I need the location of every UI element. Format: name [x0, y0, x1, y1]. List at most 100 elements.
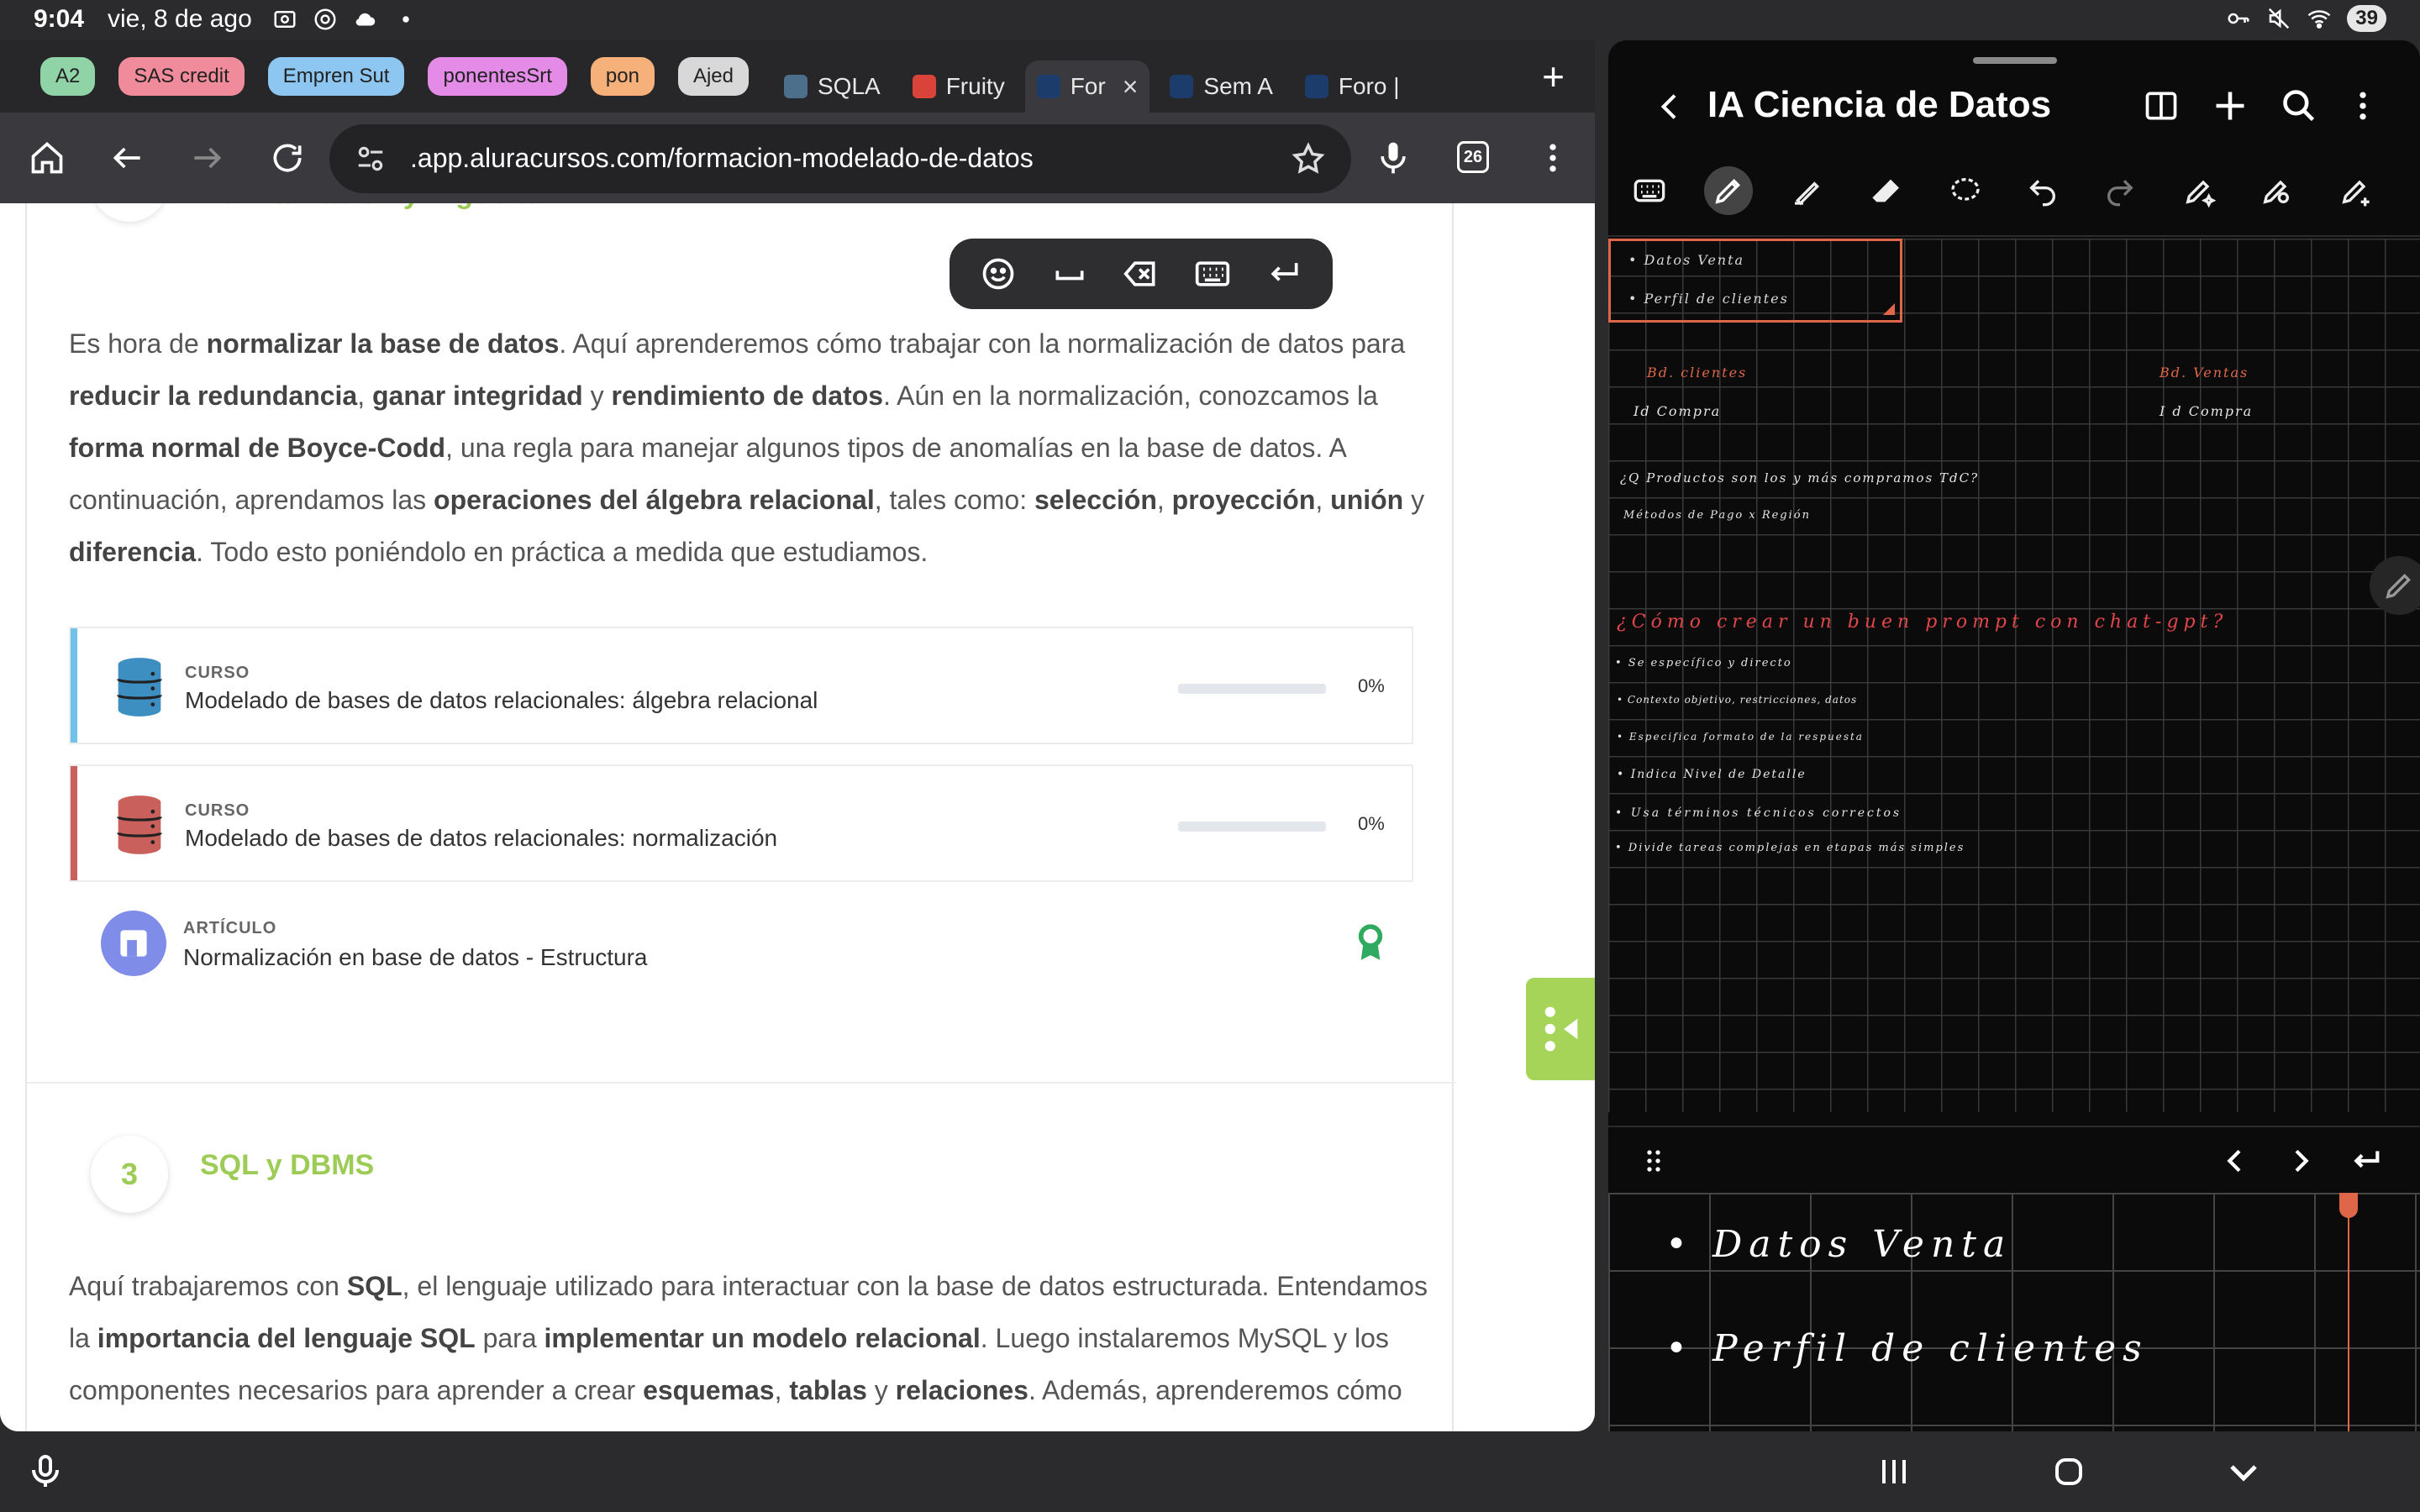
favicon-icon: [784, 75, 808, 98]
tab-label: Fruity: [945, 73, 1005, 99]
pen-export-icon: [2342, 180, 2370, 207]
note-canvas[interactable]: • Datos Venta • Perfil de clientes Bd. c…: [1608, 239, 2420, 1112]
favicon-icon: [1304, 75, 1328, 98]
microphone-icon[interactable]: [25, 1452, 66, 1492]
status-bar: 9:04 vie, 8 de ago 39: [0, 0, 2420, 40]
book-view-icon[interactable]: [2143, 87, 2180, 124]
handwriting-input-area[interactable]: • Datos Venta • Perfil de clientes: [1608, 1193, 2420, 1431]
hide-keyboard-icon[interactable]: [2223, 1452, 2264, 1492]
handwriting-line: • Contexto objetivo, restricciones, dato…: [1617, 694, 1858, 706]
input-cursor: [2348, 1193, 2349, 1431]
course-item-normalizacion[interactable]: CURSO Modelado de bases de datos relacio…: [69, 764, 1413, 882]
convert-button[interactable]: [2331, 166, 2380, 215]
tab-switcher-button[interactable]: 26: [1457, 141, 1489, 173]
tab-groups: A2 SAS credit Empren Sut ponentesSrt pon Ajed: [40, 57, 749, 96]
pen-recognition-button[interactable]: [2252, 166, 2301, 215]
keyboard-icon[interactable]: [1194, 255, 1231, 292]
add-icon[interactable]: [2212, 87, 2249, 124]
undo-button[interactable]: [2018, 166, 2067, 215]
address-bar[interactable]: .app.aluracursos.com/formacion-modelado-…: [329, 124, 1351, 193]
browser-tab[interactable]: Sem A: [1158, 60, 1284, 113]
tab-group-chip[interactable]: Ajed: [677, 57, 749, 96]
back-button[interactable]: [108, 138, 148, 178]
date: vie, 8 de ago: [108, 5, 252, 33]
medal-icon: [1358, 924, 1383, 960]
floating-pen-button[interactable]: [2370, 556, 2420, 615]
browser-tab[interactable]: Foro |: [1293, 60, 1412, 113]
section-divider: [27, 1082, 1455, 1084]
new-tab-button[interactable]: +: [1542, 54, 1565, 99]
document-icon: [120, 930, 147, 957]
emoji-icon[interactable]: [980, 255, 1017, 292]
eraser-tool-button[interactable]: [1862, 166, 1911, 215]
tab-group-chip[interactable]: A2: [40, 57, 96, 96]
section-2-description: Es hora de normalizar la base de datos. …: [69, 328, 1425, 567]
side-panel-toggle[interactable]: [1526, 978, 1595, 1080]
resize-corner-icon[interactable]: [1883, 303, 1895, 315]
more-vert-icon[interactable]: [2344, 87, 2381, 124]
pen-settings-button[interactable]: [2175, 166, 2223, 215]
handwriting-line: • Indica Nivel de Detalle: [1617, 768, 1807, 781]
home-button[interactable]: [27, 138, 67, 178]
pen-tool-button[interactable]: [1704, 166, 1753, 215]
tabs: SQLA Fruity For × Sem A Foro |: [772, 40, 1412, 113]
enter-icon[interactable]: [1265, 255, 1302, 292]
handwriting-line: • Especifica formato de la respuesta: [1617, 731, 1864, 743]
article-item[interactable]: ARTÍCULO Normalización en base de datos …: [69, 900, 1413, 993]
tab-group-chip[interactable]: pon: [590, 57, 655, 96]
article-icon: [101, 911, 166, 976]
site-settings-icon[interactable]: [355, 143, 387, 175]
undo-icon: [2029, 180, 2055, 207]
browser-menu-button[interactable]: [1533, 138, 1573, 178]
window-drag-handle[interactable]: [1973, 57, 2057, 64]
voice-search-button[interactable]: [1373, 138, 1413, 178]
keyboard-mode-button[interactable]: [1625, 166, 1674, 215]
redo-button[interactable]: [2096, 166, 2144, 215]
forward-button[interactable]: [187, 138, 227, 178]
clock: 9:04: [34, 5, 85, 33]
browser-tab[interactable]: Fruity: [901, 60, 1017, 113]
backspace-icon[interactable]: [1123, 255, 1160, 292]
browser-tab[interactable]: For ×: [1024, 60, 1150, 113]
article-name[interactable]: Normalización en base de datos - Estruct…: [183, 944, 648, 971]
recent-apps-icon[interactable]: [1874, 1452, 1914, 1492]
tab-group-chip[interactable]: SAS credit: [118, 57, 245, 96]
article-kind-label: ARTÍCULO: [183, 919, 277, 937]
search-icon[interactable]: [2281, 87, 2317, 124]
chevron-right-icon[interactable]: [2284, 1144, 2317, 1178]
handwriting-line: • Perfil de clientes: [1628, 291, 1789, 307]
tab-group-chip[interactable]: ponentesSrt: [428, 57, 567, 96]
chevron-left-icon[interactable]: [2218, 1144, 2252, 1178]
bookmark-star-icon[interactable]: [1291, 141, 1326, 176]
home-nav-icon[interactable]: [2049, 1452, 2089, 1492]
drawing-toolbar: [1608, 144, 2420, 237]
cursor-handle[interactable]: [2339, 1193, 2358, 1218]
course-name[interactable]: Modelado de bases de datos relacionales:…: [185, 687, 818, 714]
handwriting-line: Métodos de Pago x Región: [1623, 509, 1811, 522]
course-name[interactable]: Modelado de bases de datos relacionales:…: [185, 825, 777, 852]
screenshot-icon: [274, 11, 296, 28]
favicon-icon: [1170, 75, 1194, 98]
url-text[interactable]: .app.aluracursos.com/formacion-modelado-…: [410, 143, 1034, 174]
handwriting-line: ¿Q Productos son los y más compramos TdC…: [1620, 470, 1980, 486]
notification-icons: [272, 7, 418, 32]
close-tab-icon[interactable]: ×: [1123, 71, 1139, 102]
system-icons: 39: [2226, 5, 2386, 32]
space-icon[interactable]: [1051, 255, 1088, 292]
home-icon: [31, 142, 63, 174]
drag-handle-icon[interactable]: [1637, 1144, 1670, 1178]
back-arrow-icon[interactable]: [1654, 87, 1687, 126]
lasso-selection-box[interactable]: [1608, 239, 1902, 323]
section-3-number: 3: [91, 1136, 168, 1213]
tab-group-chip[interactable]: Empren Sut: [267, 57, 405, 96]
lasso-tool-button[interactable]: [1941, 166, 1990, 215]
course-item-algebra[interactable]: CURSO Modelado de bases de datos relacio…: [69, 627, 1413, 744]
highlighter-tool-button[interactable]: [1783, 166, 1832, 215]
redo-icon: [2107, 180, 2133, 207]
enter-icon[interactable]: [2349, 1144, 2383, 1178]
pencil-icon: [2386, 573, 2412, 599]
browser-tab[interactable]: SQLA: [772, 60, 892, 113]
handwriting-line: • Se específico y directo: [1615, 657, 1792, 669]
arrow-left-icon: [113, 147, 140, 169]
reload-button[interactable]: [267, 138, 308, 178]
